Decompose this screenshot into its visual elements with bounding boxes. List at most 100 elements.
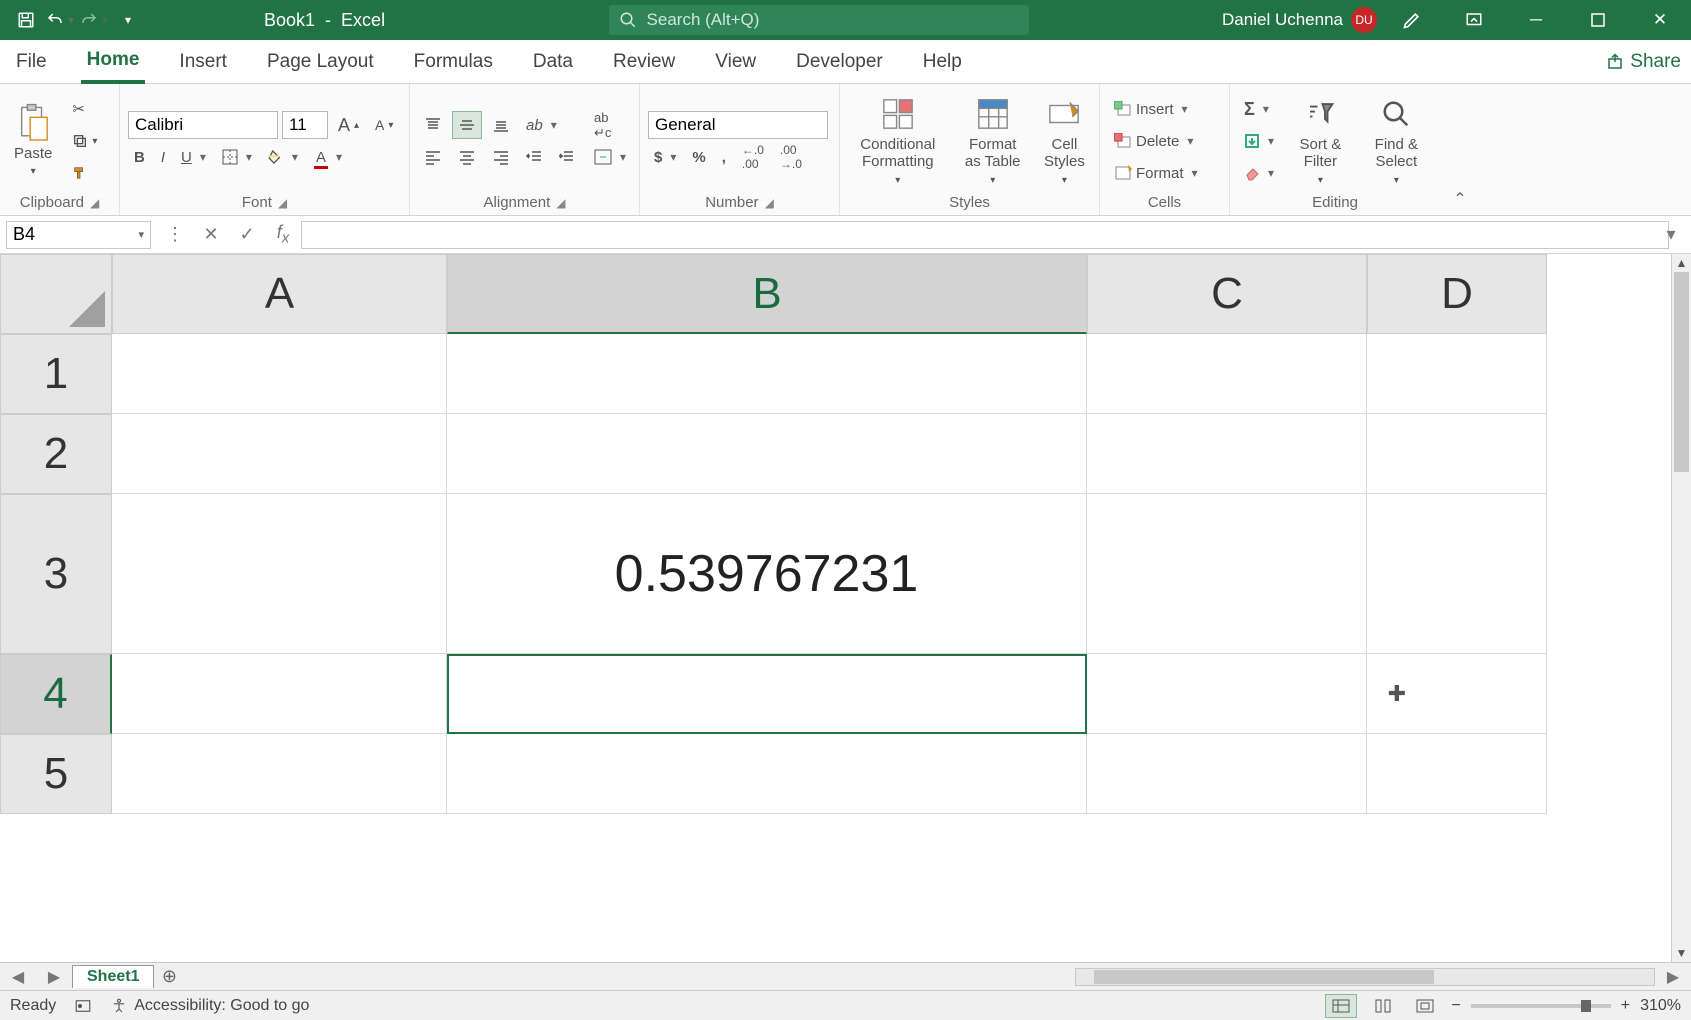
normal-view-button[interactable]: [1325, 994, 1357, 1018]
paste-button[interactable]: Paste ▾: [8, 103, 58, 180]
tab-file[interactable]: File: [10, 40, 53, 84]
merge-button[interactable]: [588, 143, 632, 171]
macro-record-icon[interactable]: [74, 997, 92, 1015]
row-header-2[interactable]: 2: [0, 414, 112, 494]
formula-input[interactable]: [301, 221, 1669, 249]
format-painter-button[interactable]: [66, 159, 103, 187]
decrease-decimal-button[interactable]: .00→.0: [774, 143, 808, 171]
row-header-4[interactable]: 4: [0, 654, 112, 734]
page-layout-view-button[interactable]: [1367, 994, 1399, 1018]
cell-C4[interactable]: ✚: [1087, 654, 1367, 734]
tab-page-layout[interactable]: Page Layout: [261, 40, 380, 84]
cell-A4[interactable]: [112, 654, 447, 734]
copy-button[interactable]: ▾: [66, 127, 103, 155]
sheet-nav-prev[interactable]: ◀: [0, 963, 36, 991]
cell-A1[interactable]: [112, 334, 447, 414]
select-all-corner[interactable]: [0, 254, 112, 334]
delete-cells-button[interactable]: Delete: [1108, 127, 1221, 155]
hscroll-thumb[interactable]: [1094, 970, 1434, 984]
row-header-3[interactable]: 3: [0, 494, 112, 654]
tab-home[interactable]: Home: [81, 40, 146, 84]
search-box[interactable]: Search (Alt+Q): [609, 5, 1029, 35]
maximize-button[interactable]: [1571, 0, 1625, 40]
font-size-combo[interactable]: [282, 111, 328, 139]
col-header-A[interactable]: A: [112, 254, 447, 334]
sheet-nav-next[interactable]: ▶: [36, 963, 72, 991]
orientation-button[interactable]: ab: [520, 111, 563, 139]
underline-button[interactable]: U: [175, 143, 212, 171]
zoom-slider-thumb[interactable]: [1581, 1000, 1591, 1012]
scroll-down-arrow[interactable]: ▼: [1672, 944, 1691, 962]
decrease-indent-button[interactable]: [520, 143, 548, 171]
zoom-level[interactable]: 310%: [1640, 997, 1681, 1015]
font-launcher[interactable]: ◢: [278, 196, 287, 210]
name-box-expand[interactable]: ⋮: [157, 219, 193, 251]
row-header-1[interactable]: 1: [0, 334, 112, 414]
align-top-button[interactable]: [418, 111, 448, 139]
name-box[interactable]: B4 ▾: [6, 221, 151, 249]
align-center-button[interactable]: [452, 143, 482, 171]
increase-indent-button[interactable]: [552, 143, 580, 171]
italic-button[interactable]: I: [155, 143, 171, 171]
cell-A5[interactable]: [112, 734, 447, 814]
bold-button[interactable]: B: [128, 143, 151, 171]
account-button[interactable]: Daniel Uchenna DU: [1222, 7, 1377, 33]
redo-button[interactable]: [78, 4, 110, 36]
autosum-button[interactable]: Σ: [1238, 95, 1280, 123]
cell-B5[interactable]: [447, 734, 1087, 814]
accessibility-status[interactable]: Accessibility: Good to go: [110, 997, 309, 1015]
row-header-5[interactable]: 5: [0, 734, 112, 814]
scroll-thumb[interactable]: [1674, 272, 1689, 472]
align-right-button[interactable]: [486, 143, 516, 171]
col-header-C[interactable]: C: [1087, 254, 1367, 334]
percent-format-button[interactable]: %: [686, 143, 711, 171]
align-middle-button[interactable]: [452, 111, 482, 139]
cell-B2[interactable]: [447, 414, 1087, 494]
find-select-button[interactable]: Find & Select▾: [1361, 94, 1432, 188]
fill-button[interactable]: [1238, 127, 1280, 155]
increase-font-button[interactable]: A▴: [332, 111, 365, 139]
enter-formula-button[interactable]: ✓: [229, 219, 265, 251]
tab-help[interactable]: Help: [917, 40, 968, 84]
tab-view[interactable]: View: [709, 40, 762, 84]
clear-button[interactable]: [1238, 159, 1280, 187]
tab-developer[interactable]: Developer: [790, 40, 889, 84]
cell-C5[interactable]: [1087, 734, 1367, 814]
borders-button[interactable]: [216, 143, 258, 171]
horizontal-scrollbar[interactable]: [1075, 968, 1655, 986]
format-cells-button[interactable]: Format: [1108, 159, 1221, 187]
tab-review[interactable]: Review: [607, 40, 681, 84]
clipboard-launcher[interactable]: ◢: [90, 196, 99, 210]
align-bottom-button[interactable]: [486, 111, 516, 139]
add-sheet-button[interactable]: ⊕: [154, 966, 184, 987]
accounting-format-button[interactable]: $: [648, 143, 682, 171]
qat-customize[interactable]: ▾: [112, 4, 144, 36]
conditional-formatting-button[interactable]: Conditional Formatting▾: [848, 94, 948, 188]
cell-grid[interactable]: A B C D 1 2 3 0.539767231 4 ✚ 5: [0, 254, 1671, 962]
close-button[interactable]: ✕: [1633, 0, 1687, 40]
cell-C3[interactable]: [1087, 494, 1367, 654]
cell-B1[interactable]: [447, 334, 1087, 414]
vertical-scrollbar[interactable]: ▲ ▼: [1671, 254, 1691, 962]
col-header-D[interactable]: D: [1367, 254, 1547, 334]
fill-color-button[interactable]: [262, 143, 304, 171]
insert-function-button[interactable]: fx: [265, 219, 301, 251]
pen-tools-button[interactable]: [1385, 0, 1439, 40]
cell-C1[interactable]: [1087, 334, 1367, 414]
share-button[interactable]: Share: [1606, 51, 1681, 73]
collapse-ribbon-button[interactable]: ⌃: [1453, 189, 1466, 209]
expand-formula-bar[interactable]: ▾: [1653, 219, 1689, 251]
undo-button[interactable]: [44, 4, 76, 36]
cell-B4[interactable]: [447, 654, 1087, 734]
zoom-in-button[interactable]: +: [1621, 997, 1630, 1015]
cell-styles-button[interactable]: Cell Styles▾: [1038, 94, 1091, 188]
comma-format-button[interactable]: ,: [716, 143, 732, 171]
tab-formulas[interactable]: Formulas: [408, 40, 499, 84]
zoom-out-button[interactable]: −: [1451, 997, 1460, 1015]
cell-A3[interactable]: [112, 494, 447, 654]
tab-data[interactable]: Data: [527, 40, 579, 84]
ribbon-display-button[interactable]: [1447, 0, 1501, 40]
col-header-B[interactable]: B: [447, 254, 1087, 334]
zoom-slider[interactable]: [1471, 1004, 1611, 1008]
sort-filter-button[interactable]: Sort & Filter▾: [1288, 94, 1353, 188]
